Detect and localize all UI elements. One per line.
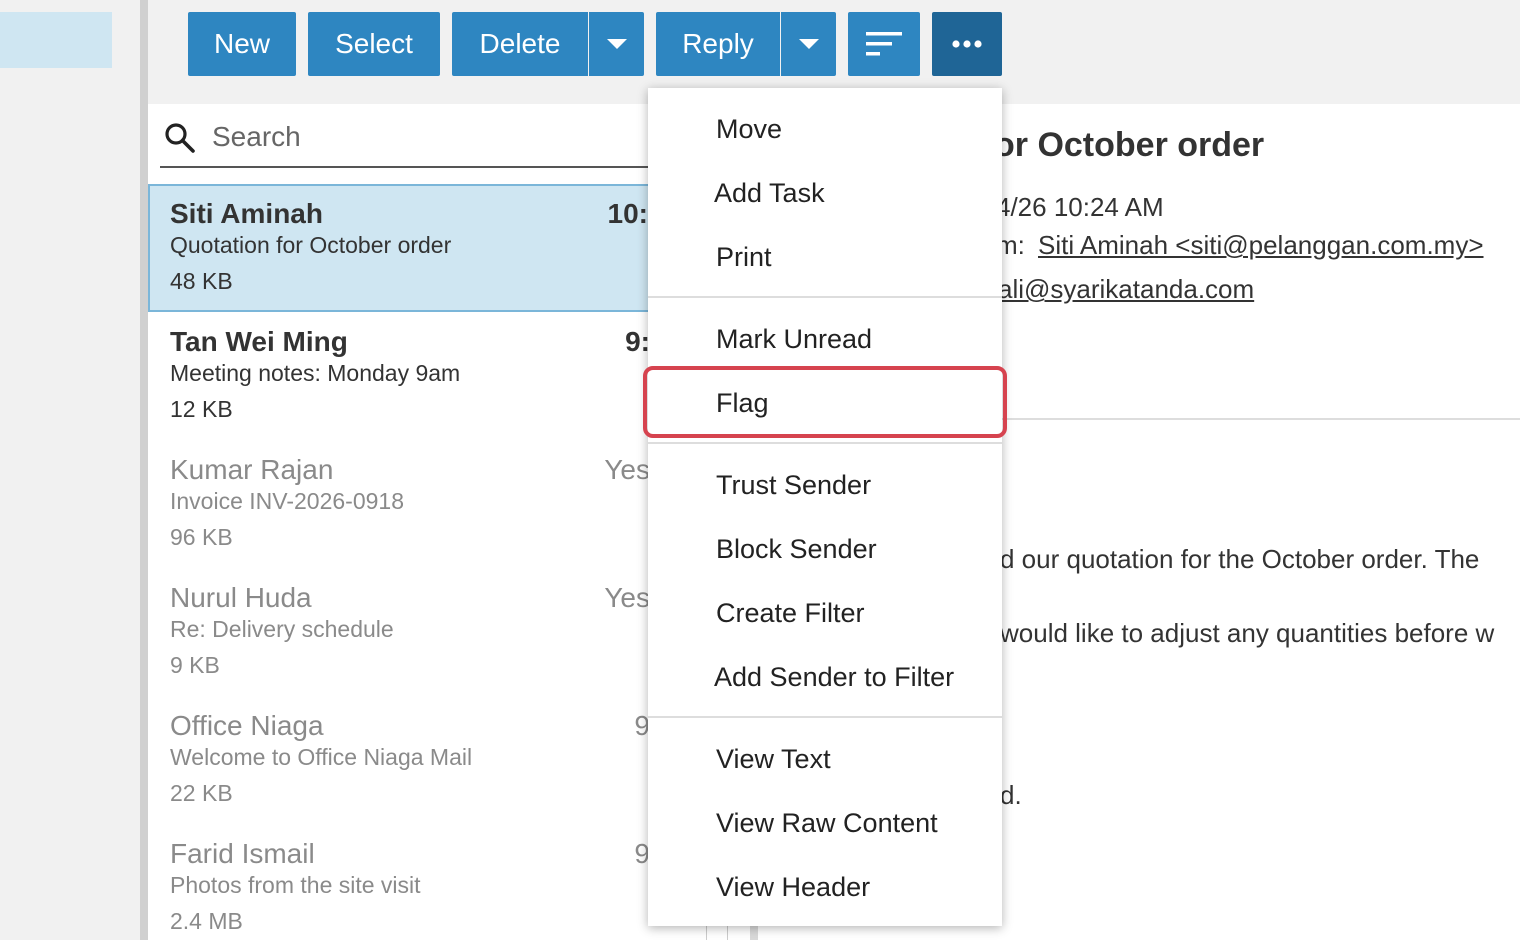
menu-item-block-sender[interactable]: Block Sender	[716, 534, 877, 565]
message-date: 4/26 10:24 AM	[996, 192, 1164, 222]
message-size: 12 KB	[170, 396, 233, 422]
menu-divider	[648, 296, 1002, 298]
message-sender: Farid Ismail	[170, 838, 315, 869]
search-bar	[160, 106, 650, 168]
message-sender: Nurul Huda	[170, 582, 312, 613]
message-row[interactable]: Farid Ismail 9 Photos from the site visi…	[148, 824, 650, 940]
selected-folder[interactable]	[0, 12, 112, 68]
menu-item-add-sender-to-filter[interactable]: Add Sender to Filter	[714, 662, 954, 693]
body-text-line: d our quotation for the October order. T…	[1000, 544, 1480, 574]
menu-item-view-text[interactable]: View Text	[716, 744, 831, 775]
message-time: 9:	[625, 326, 650, 357]
reply-options-button[interactable]	[781, 12, 836, 76]
message-row[interactable]: Nurul Huda Yes Re: Delivery schedule 9 K…	[148, 568, 650, 696]
delete-button[interactable]: Delete	[452, 12, 588, 76]
sort-icon	[866, 32, 902, 56]
message-time: Yes	[604, 582, 650, 613]
message-row[interactable]: Kumar Rajan Yes Invoice INV-2026-0918 96…	[148, 440, 650, 568]
message-row[interactable]: Tan Wei Ming 9: Meeting notes: Monday 9a…	[148, 312, 650, 440]
search-input[interactable]	[212, 116, 642, 158]
message-time: 10:	[607, 198, 648, 229]
menu-divider	[648, 442, 1002, 444]
message-sender: Siti Aminah	[170, 198, 323, 229]
select-button-label: Select	[335, 28, 413, 59]
more-actions-menu: Move Add Task Print Mark Unread Flag Tru…	[648, 88, 1002, 926]
pane-divider[interactable]	[140, 0, 148, 940]
message-subject: Invoice INV-2026-0918	[170, 488, 404, 514]
message-time: Yes	[604, 454, 650, 485]
message-size: 96 KB	[170, 524, 233, 550]
new-button[interactable]: New	[188, 12, 296, 76]
message-subject: Welcome to Office Niaga Mail	[170, 744, 473, 770]
menu-item-print[interactable]: Print	[716, 242, 772, 273]
message-sender: Kumar Rajan	[170, 454, 334, 485]
from-address-link[interactable]: Siti Aminah <siti@pelanggan.com.my>	[1038, 230, 1484, 261]
menu-divider	[648, 716, 1002, 718]
message-size: 48 KB	[170, 268, 233, 294]
message-sender: Office Niaga	[170, 710, 324, 741]
menu-item-create-filter[interactable]: Create Filter	[716, 598, 865, 629]
folder-pane	[0, 0, 140, 940]
message-size: 2.4 MB	[170, 908, 243, 934]
message-row[interactable]: Office Niaga 9 Welcome to Office Niaga M…	[148, 696, 650, 824]
message-size: 9 KB	[170, 652, 220, 678]
body-text-line: d.	[1000, 780, 1022, 810]
menu-item-mark-unread[interactable]: Mark Unread	[716, 324, 872, 355]
reply-button[interactable]: Reply	[656, 12, 780, 76]
sort-button[interactable]	[848, 12, 920, 76]
message-row[interactable]: Siti Aminah 10: Quotation for October or…	[148, 184, 650, 312]
new-button-label: New	[213, 28, 270, 59]
delete-options-button[interactable]	[589, 12, 644, 76]
message-subject: Meeting notes: Monday 9am	[170, 360, 461, 386]
select-button[interactable]: Select	[308, 12, 440, 76]
more-icon	[952, 40, 982, 48]
menu-item-flag[interactable]: Flag	[716, 388, 769, 419]
message-title: or October order	[994, 126, 1265, 164]
reply-button-label: Reply	[682, 28, 754, 59]
more-actions-button[interactable]	[932, 12, 1002, 76]
body-text-line: would like to adjust any quantities befo…	[1000, 618, 1495, 648]
message-subject: Quotation for October order	[170, 232, 452, 258]
to-address-link[interactable]: ali@syarikatanda.com	[998, 274, 1254, 305]
menu-item-view-header[interactable]: View Header	[716, 872, 870, 903]
menu-item-trust-sender[interactable]: Trust Sender	[716, 470, 871, 501]
header-divider	[1002, 418, 1520, 420]
message-subject: Photos from the site visit	[170, 872, 421, 898]
chevron-down-icon	[798, 39, 819, 49]
menu-item-move[interactable]: Move	[716, 114, 782, 145]
delete-button-label: Delete	[479, 28, 561, 59]
message-subject: Re: Delivery schedule	[170, 616, 394, 642]
message-sender: Tan Wei Ming	[170, 326, 348, 357]
menu-item-view-raw-content[interactable]: View Raw Content	[716, 808, 938, 839]
message-size: 22 KB	[170, 780, 233, 806]
search-icon[interactable]	[164, 122, 196, 154]
menu-item-add-task[interactable]: Add Task	[714, 178, 825, 209]
chevron-down-icon	[606, 39, 627, 49]
